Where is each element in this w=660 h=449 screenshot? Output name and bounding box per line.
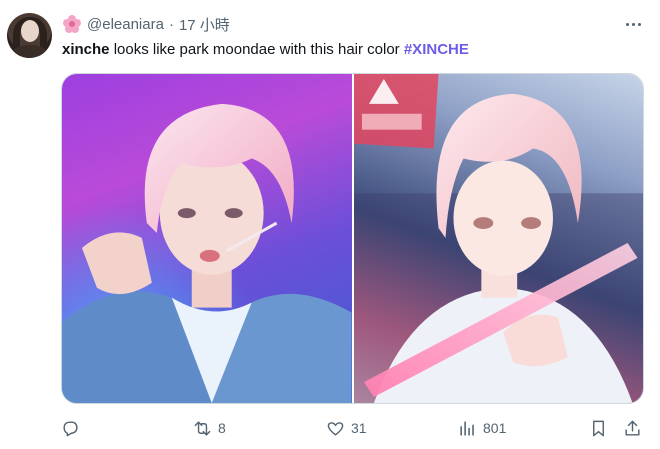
bookmark-button[interactable] [589, 415, 608, 441]
tweet-text-bold: xinche [62, 41, 110, 58]
retweet-count: 8 [218, 420, 226, 436]
flower-icon [62, 14, 82, 34]
tweet-text-body: looks like park moondae with this hair c… [109, 41, 404, 58]
header-separator: · [168, 15, 174, 33]
action-bar: 8 31 801 [61, 415, 644, 441]
user-handle[interactable]: @eleaniara [87, 16, 164, 33]
views-count: 801 [483, 420, 507, 436]
more-dot-icon [637, 22, 641, 26]
retweet-icon [194, 420, 211, 436]
share-button[interactable] [623, 415, 642, 441]
more-dot-icon [631, 22, 635, 26]
avatar[interactable] [7, 13, 52, 58]
retweet-button[interactable]: 8 [193, 415, 226, 441]
tweet-card: @eleaniara · 17 小時 xinche looks like par… [0, 0, 660, 449]
tweet-timestamp[interactable]: 17 小時 [179, 14, 230, 35]
share-icon [625, 420, 640, 436]
heart-icon [327, 421, 344, 436]
views-button[interactable]: 801 [458, 415, 506, 441]
reply-icon [63, 420, 78, 436]
character-illustration [353, 74, 643, 403]
media-grid [61, 73, 644, 404]
left-photo[interactable] [62, 74, 352, 403]
avatar-body [11, 45, 49, 58]
analytics-icon [460, 420, 474, 436]
performer-illustration [62, 74, 352, 403]
more-options-button[interactable] [620, 12, 646, 36]
hashtag-link[interactable]: #XINCHE [404, 41, 469, 58]
tweet-text: xinche looks like park moondae with this… [62, 39, 469, 61]
reply-button[interactable] [61, 415, 86, 441]
right-photo[interactable] [353, 74, 643, 403]
bookmark-icon [593, 420, 604, 436]
like-button[interactable]: 31 [326, 415, 367, 441]
more-dot-icon [625, 22, 629, 26]
tweet-header: @eleaniara · 17 小時 [62, 13, 230, 35]
avatar-face [21, 20, 39, 42]
like-count: 31 [351, 420, 367, 436]
